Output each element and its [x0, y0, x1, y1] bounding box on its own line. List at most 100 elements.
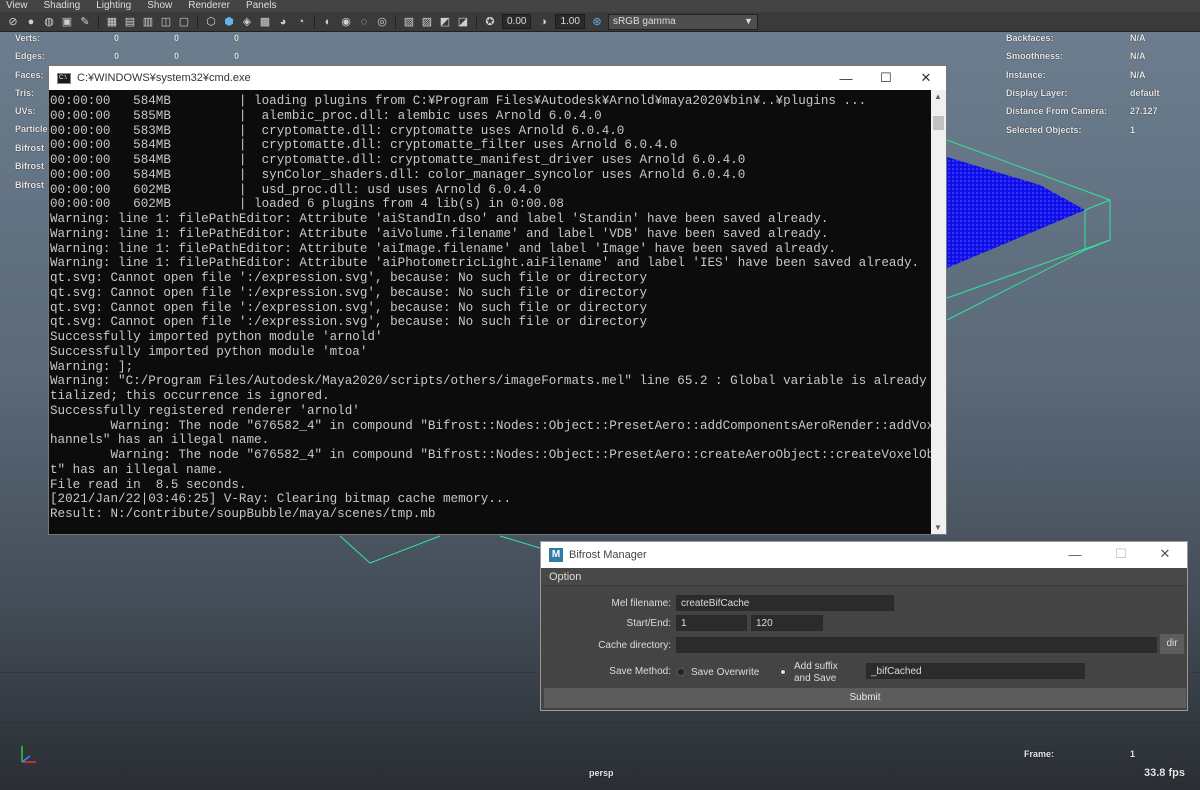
maya-logo-icon: M — [549, 548, 563, 562]
cmd-line: 00:00:00 584MB | loading plugins from C:… — [50, 94, 867, 108]
save-method-label: Save Method: — [609, 666, 671, 677]
add-suffix-label-line1: Add suffix — [794, 661, 838, 672]
mel-filename-input[interactable]: createBifCache — [676, 595, 894, 611]
toolbar-separator — [98, 14, 99, 29]
toolbar-separator — [197, 14, 198, 29]
pencil-icon[interactable]: ✎ — [78, 15, 92, 29]
image-plane-icon[interactable]: ▣ — [60, 15, 74, 29]
maximize-button[interactable]: ☐ — [866, 66, 906, 90]
cmd-scrollbar[interactable]: ▲ ▼ — [931, 90, 946, 534]
smooth-shade-icon[interactable]: ⬢ — [222, 15, 236, 29]
hud-value: 0 — [174, 51, 180, 61]
close-button[interactable]: ✕ — [906, 66, 946, 90]
save-overwrite-radio[interactable] — [677, 668, 685, 676]
ambient-occlusion-icon[interactable]: ◌ — [357, 15, 371, 29]
bookmark-icon[interactable]: ◍ — [42, 15, 56, 29]
bifrost-titlebar[interactable]: M Bifrost Manager — ☐ ✕ — [541, 542, 1187, 568]
hud-label: Selected Objects: — [1006, 125, 1082, 135]
add-suffix-label-line2: and Save — [794, 673, 837, 684]
wireframe-on-shaded-icon[interactable]: ◈ — [240, 15, 254, 29]
hud-label: Faces: — [15, 70, 44, 80]
cmd-line: tialized; this occurrence is ignored. — [50, 389, 330, 403]
cmd-line: [2021/Jan/22|03:46:25] V-Ray: Clearing b… — [50, 492, 512, 507]
hud-label: Distance From Camera: — [1006, 106, 1108, 116]
isolate-icon[interactable]: ▧ — [402, 15, 416, 29]
hud-label: Verts: — [15, 33, 41, 43]
terminal-icon: C:\ — [57, 72, 71, 84]
toolbar-separator — [476, 14, 477, 29]
cmd-line: 00:00:00 584MB | cryptomatte.dll: crypto… — [50, 153, 746, 167]
mel-filename-label: Mel filename: — [611, 598, 671, 609]
menu-panels[interactable]: Panels — [246, 0, 277, 12]
field-chart-icon[interactable]: ◫ — [159, 15, 173, 29]
add-suffix-radio[interactable] — [779, 668, 787, 676]
xray-icon[interactable]: ◐ — [321, 15, 335, 29]
cmd-line: Successfully imported python module 'arn… — [50, 330, 383, 344]
grid-icon[interactable]: ▦ — [105, 15, 119, 29]
safe-action-icon[interactable]: ▢ — [177, 15, 191, 29]
ssao-icon[interactable]: ◪ — [456, 15, 470, 29]
cmd-line: Warning: line 1: filePathEditor: Attribu… — [50, 226, 829, 241]
depth-peeling-icon[interactable]: ◩ — [438, 15, 452, 29]
minimize-button[interactable]: — — [1055, 542, 1095, 566]
menu-option[interactable]: Option — [549, 571, 581, 583]
particle-volume[interactable] — [947, 157, 1085, 268]
cmd-output[interactable]: 00:00:00 584MB | loading plugins from C:… — [49, 90, 931, 534]
close-button[interactable]: ✕ — [1145, 542, 1185, 566]
gamma-icon[interactable]: ◑ — [536, 15, 550, 29]
camera-select-icon[interactable]: ⊘ — [6, 15, 20, 29]
colorspace-dropdown[interactable]: sRGB gamma ▼ — [607, 13, 758, 30]
start-frame-input[interactable]: 1 — [676, 615, 747, 631]
fps-readout: 33.8 fps — [1144, 767, 1185, 779]
hud-value: default — [1130, 88, 1160, 98]
maximize-button[interactable]: ☐ — [1101, 542, 1141, 566]
motion-blur-icon[interactable]: ◎ — [375, 15, 389, 29]
cache-directory-input[interactable] — [676, 637, 1157, 653]
menu-renderer[interactable]: Renderer — [188, 0, 230, 12]
hud-label: Display Layer: — [1006, 88, 1068, 98]
frame-label: Frame: — [1024, 749, 1055, 759]
cmd-line: 00:00:00 602MB | loaded 6 plugins from 4… — [50, 197, 564, 212]
hud-value: 0 — [174, 33, 180, 43]
color-management-icon[interactable]: ⊛ — [590, 15, 604, 29]
dir-button[interactable]: dir — [1160, 634, 1184, 654]
start-end-label: Start/End: — [626, 618, 671, 629]
exposure-field[interactable]: 0.00 — [502, 14, 532, 29]
multisample-icon[interactable]: ▨ — [420, 15, 434, 29]
cmd-line: qt.svg: Cannot open file ':/expression.s… — [50, 315, 648, 330]
cmd-titlebar[interactable]: C:\ C:¥WINDOWS¥system32¥cmd.exe — ☐ ✕ — [49, 66, 946, 90]
textured-icon[interactable]: ▩ — [258, 15, 272, 29]
cmd-line: Warning: ]; — [50, 359, 134, 374]
camera-lock-icon[interactable]: ● — [24, 15, 38, 29]
menu-show[interactable]: Show — [147, 0, 172, 12]
resolution-gate-icon[interactable]: ▥ — [141, 15, 155, 29]
hud-value: N/A — [1130, 51, 1146, 61]
menu-lighting[interactable]: Lighting — [96, 0, 131, 12]
end-frame-input[interactable]: 120 — [751, 615, 823, 631]
cmd-line: File read in 8.5 seconds. — [50, 477, 247, 492]
panel-toolbar: ⊘ ● ◍ ▣ ✎ ▦ ▤ ▥ ◫ ▢ ⬡ ⬢ ◈ ▩ ◕ ◔ ◐ ◉ ◌ ◎ … — [0, 12, 1200, 32]
cmd-line: qt.svg: Cannot open file ':/expression.s… — [50, 285, 648, 300]
hud-label: Backfaces: — [1006, 33, 1054, 43]
lights-icon[interactable]: ◕ — [276, 15, 290, 29]
bifrost-manager-window[interactable]: M Bifrost Manager — ☐ ✕ Option Mel filen… — [540, 541, 1188, 711]
menu-view[interactable]: View — [6, 0, 28, 12]
suffix-input[interactable]: _bifCached — [866, 663, 1085, 679]
gamma-field[interactable]: 1.00 — [555, 14, 585, 29]
scroll-down-icon[interactable]: ▼ — [934, 523, 942, 532]
cmd-window[interactable]: C:\ C:¥WINDOWS¥system32¥cmd.exe — ☐ ✕ 00… — [48, 65, 947, 535]
xray-joints-icon[interactable]: ◉ — [339, 15, 353, 29]
cmd-line: qt.svg: Cannot open file ':/expression.s… — [50, 271, 648, 285]
exposure-icon[interactable]: ✪ — [483, 15, 497, 29]
hud-value: 0 — [234, 33, 240, 43]
menu-shading[interactable]: Shading — [44, 0, 81, 12]
minimize-button[interactable]: — — [826, 66, 866, 90]
scroll-up-icon[interactable]: ▲ — [934, 92, 942, 101]
film-gate-icon[interactable]: ▤ — [123, 15, 137, 29]
shadows-icon[interactable]: ◔ — [294, 15, 308, 29]
toolbar-separator — [395, 14, 396, 29]
submit-button[interactable]: Submit — [544, 688, 1186, 708]
hud-value: 1 — [1130, 125, 1136, 135]
wireframe-icon[interactable]: ⬡ — [204, 15, 218, 29]
scrollbar-thumb[interactable] — [933, 116, 944, 130]
